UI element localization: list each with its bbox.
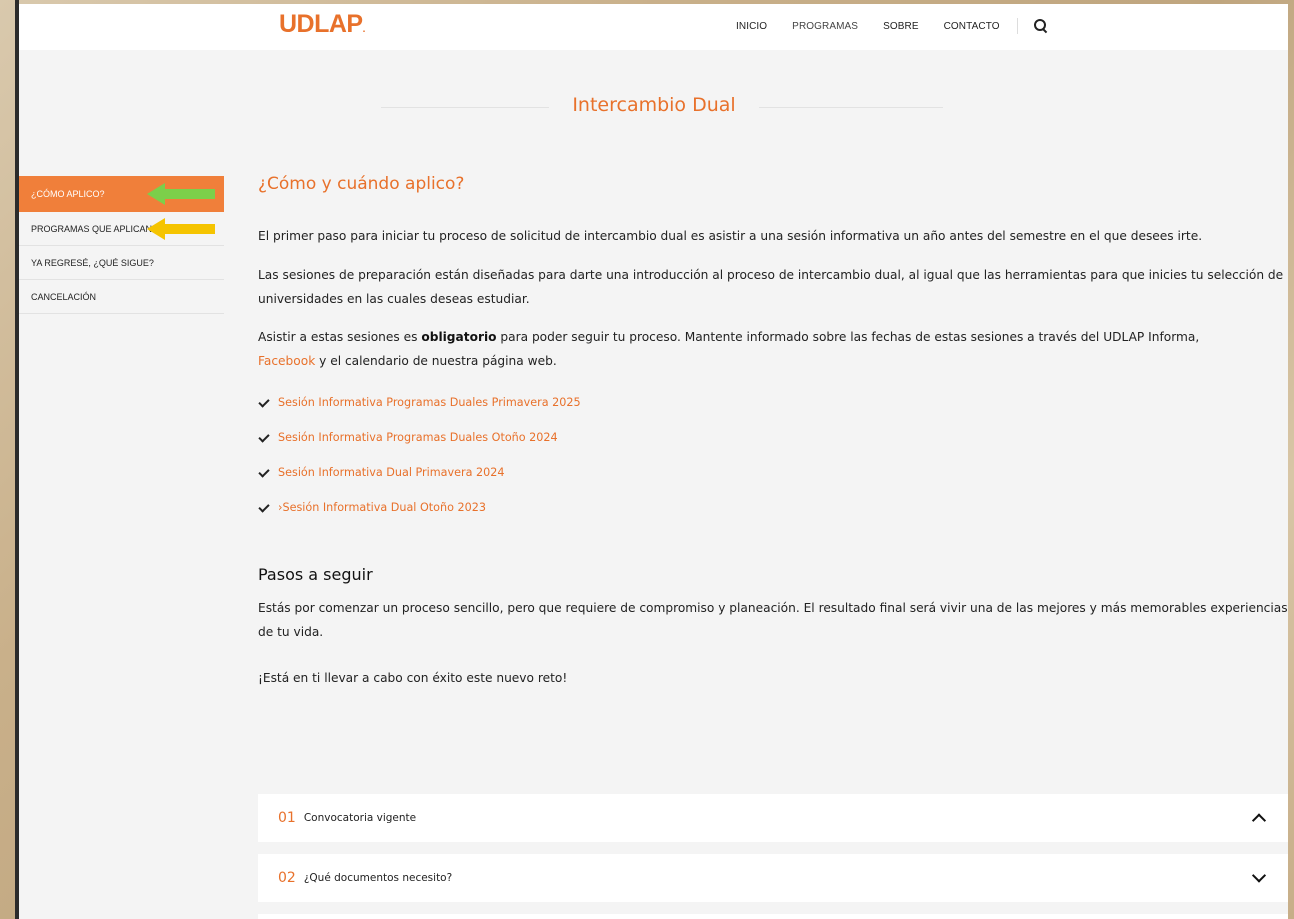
sidebar-item-como-aplico[interactable]: ¿CÓMO APLICO?: [19, 176, 224, 212]
check-icon: [258, 431, 272, 445]
mandatory-paragraph: Asistir a estas sesiones es obligatorio …: [258, 330, 1200, 368]
chevron-down-icon[interactable]: [1251, 868, 1267, 883]
challenge-paragraph: ¡Está en ti llevar a cabo con éxito este…: [258, 671, 568, 685]
web-page: UDLAP. INICIO PROGRAMAS SOBRE CONTACTO I…: [19, 4, 1288, 919]
page-title-block: Intercambio Dual: [19, 94, 1288, 124]
section-heading: ¿Cómo y cuándo aplico?: [258, 174, 465, 194]
nav-inicio[interactable]: INICIO: [736, 21, 767, 32]
page-title: Intercambio Dual: [572, 94, 736, 116]
accordion-number: 02: [278, 870, 296, 886]
session-link[interactable]: ›Sesión Informativa Dual Otoño 2023: [278, 501, 486, 514]
nav-contacto[interactable]: CONTACTO: [944, 21, 1000, 32]
list-item: ›Sesión Informativa Dual Otoño 2023: [258, 490, 1288, 525]
check-icon: [258, 466, 272, 480]
list-item: Sesión Informativa Programas Duales Otoñ…: [258, 420, 1288, 455]
sidebar-menu: ¿CÓMO APLICO? PROGRAMAS QUE APLICAN YA R…: [19, 176, 224, 314]
sidebar-item-ya-regrese[interactable]: YA REGRESÉ, ¿QUÉ SIGUE?: [19, 246, 224, 280]
steps-paragraph: Estás por comenzar un proceso sencillo, …: [258, 601, 1288, 639]
main-content: ¿Cómo y cuándo aplico? El primer paso pa…: [258, 174, 1288, 690]
check-icon: [258, 396, 272, 410]
sidebar-item-label: ¿CÓMO APLICO?: [31, 188, 105, 199]
accordion-item-documentos[interactable]: 02 ¿Qué documentos necesito?: [258, 854, 1288, 902]
nav-programas[interactable]: PROGRAMAS: [792, 21, 858, 32]
main-nav: INICIO PROGRAMAS SOBRE CONTACTO: [736, 18, 1048, 34]
nav-divider: [1016, 18, 1018, 34]
title-divider-left: [381, 107, 549, 108]
intro-paragraph: El primer paso para iniciar tu proceso d…: [258, 229, 1203, 243]
accordion-number: 01: [278, 810, 296, 826]
facebook-link[interactable]: Facebook: [258, 354, 315, 368]
accordion-item-next[interactable]: [258, 914, 1288, 919]
title-divider-right: [759, 107, 943, 108]
sidebar-item-programas-que-aplican[interactable]: PROGRAMAS QUE APLICAN: [19, 212, 224, 246]
udlap-logo[interactable]: UDLAP.: [279, 10, 365, 39]
chevron-up-icon[interactable]: [1251, 813, 1267, 828]
mandatory-text: obligatorio: [421, 330, 497, 344]
steps-heading: Pasos a seguir: [258, 565, 373, 584]
sidebar-item-label: PROGRAMAS QUE APLICAN: [31, 223, 153, 234]
nav-sobre[interactable]: SOBRE: [883, 21, 919, 32]
green-arrow-icon: [147, 182, 215, 205]
session-link[interactable]: Sesión Informativa Programas Duales Otoñ…: [278, 431, 558, 444]
sidebar-item-label: YA REGRESÉ, ¿QUÉ SIGUE?: [31, 257, 154, 268]
sidebar-item-cancelacion[interactable]: CANCELACIÓN: [19, 280, 224, 314]
session-link[interactable]: Sesión Informativa Programas Duales Prim…: [278, 396, 581, 409]
yellow-arrow-icon: [147, 217, 215, 240]
search-icon[interactable]: [1033, 19, 1048, 33]
list-item: Sesión Informativa Dual Primavera 2024: [258, 455, 1288, 490]
accordion-label: ¿Qué documentos necesito?: [303, 872, 453, 884]
sessions-list: Sesión Informativa Programas Duales Prim…: [258, 385, 1288, 525]
top-navigation-bar: UDLAP. INICIO PROGRAMAS SOBRE CONTACTO: [19, 4, 1288, 50]
session-link[interactable]: Sesión Informativa Dual Primavera 2024: [278, 466, 505, 479]
accordion-label: Convocatoria vigente: [303, 812, 417, 824]
list-item: Sesión Informativa Programas Duales Prim…: [258, 385, 1288, 420]
sessions-paragraph: Las sesiones de preparación están diseña…: [258, 268, 1284, 306]
sidebar-item-label: CANCELACIÓN: [31, 291, 97, 302]
accordion-item-convocatoria[interactable]: 01 Convocatoria vigente: [258, 794, 1288, 842]
check-icon: [258, 501, 272, 515]
